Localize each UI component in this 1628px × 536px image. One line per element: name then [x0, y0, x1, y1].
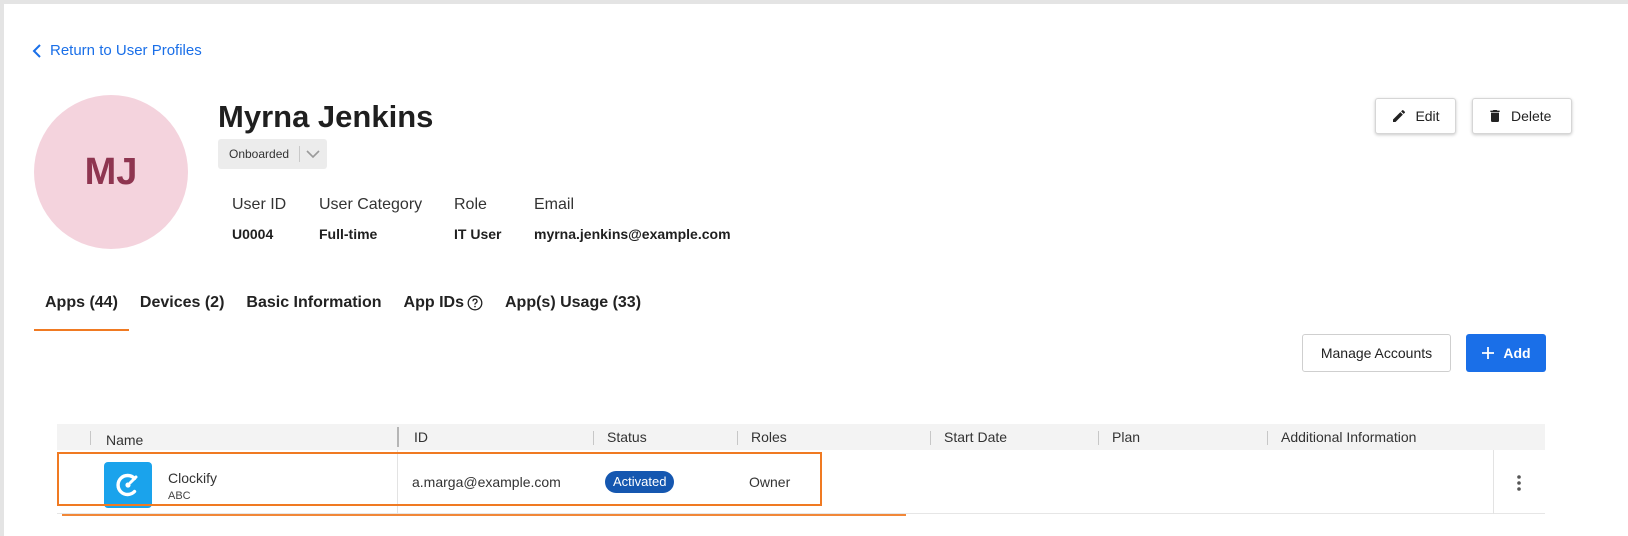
status-cell: Activated — [605, 450, 675, 514]
column-resize-handle[interactable] — [397, 427, 399, 447]
tab-apps-label: Apps (44) — [45, 294, 118, 311]
status-badge: Activated — [605, 471, 675, 493]
column-header-roles[interactable]: Roles — [751, 424, 787, 450]
role-field: Role IT User — [454, 196, 534, 242]
tab-apps[interactable]: Apps (44) — [34, 290, 129, 331]
column-header-additional-information[interactable]: Additional Information — [1281, 424, 1416, 450]
column-separator — [1267, 431, 1268, 445]
user-category-label: User Category — [319, 196, 423, 213]
tab-app-usage-label: App(s) Usage (33) — [505, 294, 642, 311]
user-id-field: User ID U0004 — [232, 196, 319, 242]
column-divider — [397, 450, 398, 514]
profile-tabs: Apps (44) Devices (2) Basic Information … — [34, 290, 652, 331]
manage-accounts-button[interactable]: Manage Accounts — [1302, 334, 1451, 372]
next-row-highlight-edge — [62, 514, 906, 516]
return-to-user-profiles-link[interactable]: Return to User Profiles — [32, 42, 202, 59]
actions-divider — [1493, 450, 1494, 514]
column-separator — [930, 431, 931, 445]
tab-basic-information[interactable]: Basic Information — [235, 290, 392, 331]
status-select-value: Onboarded — [218, 146, 301, 162]
more-actions-icon[interactable] — [1515, 474, 1523, 492]
manage-accounts-label: Manage Accounts — [1320, 345, 1433, 361]
tab-app-ids-label: App IDs — [403, 294, 464, 311]
chevron-left-icon — [32, 43, 41, 58]
tab-basic-information-label: Basic Information — [246, 294, 382, 311]
table-row[interactable]: Clockify ABC a.marga@example.com Activat… — [57, 450, 1545, 514]
tab-app-usage[interactable]: App(s) Usage (33) — [494, 290, 652, 331]
edit-button[interactable]: Edit — [1375, 98, 1456, 134]
column-header-start-date[interactable]: Start Date — [944, 424, 1007, 450]
avatar: MJ — [34, 95, 188, 249]
account-id-cell: a.marga@example.com — [412, 474, 561, 490]
back-link-label: Return to User Profiles — [50, 42, 202, 59]
column-header-id[interactable]: ID — [414, 424, 428, 450]
user-profile-page: Return to User Profiles MJ Myrna Jenkins… — [4, 4, 1628, 536]
column-separator — [737, 431, 738, 445]
add-button-label: Add — [1503, 345, 1531, 361]
app-subtitle: ABC — [168, 490, 191, 502]
column-separator — [593, 431, 594, 445]
delete-button-label: Delete — [1511, 108, 1552, 124]
user-category-value: Full-time — [319, 226, 378, 242]
roles-cell: Owner — [749, 474, 791, 490]
pencil-icon — [1393, 109, 1406, 122]
add-button[interactable]: Add — [1466, 334, 1546, 372]
user-id-value: U0004 — [232, 226, 274, 242]
column-separator — [90, 431, 91, 445]
help-circle-icon[interactable] — [467, 295, 483, 311]
tab-app-ids[interactable]: App IDs — [393, 290, 494, 331]
tab-devices[interactable]: Devices (2) — [129, 290, 236, 331]
column-separator — [1098, 431, 1099, 445]
delete-button[interactable]: Delete — [1472, 98, 1572, 134]
role-value: IT User — [454, 226, 502, 242]
column-header-plan[interactable]: Plan — [1112, 424, 1140, 450]
trash-icon — [1490, 110, 1500, 122]
role-label: Role — [454, 196, 487, 213]
column-header-status[interactable]: Status — [607, 424, 647, 450]
edit-button-label: Edit — [1415, 108, 1440, 124]
tab-devices-label: Devices (2) — [139, 294, 225, 311]
email-field: Email myrna.jenkins@example.com — [534, 196, 731, 242]
email-label: Email — [534, 196, 575, 213]
user-category-field: User Category Full-time — [319, 196, 454, 242]
onboarding-status-select[interactable]: Onboarded — [218, 139, 327, 169]
user-details: User ID U0004 User Category Full-time Ro… — [232, 196, 731, 242]
plus-icon — [1482, 347, 1495, 359]
avatar-initials: MJ — [84, 150, 138, 193]
clockify-logo-icon — [104, 462, 152, 508]
apps-table-header: Name ID Status Roles Start Date Plan Add… — [57, 424, 1545, 450]
page-title: Myrna Jenkins — [218, 99, 434, 134]
app-name[interactable]: Clockify — [168, 470, 217, 486]
user-id-label: User ID — [232, 196, 287, 213]
chevron-down-icon — [300, 149, 320, 159]
email-value: myrna.jenkins@example.com — [534, 226, 731, 242]
